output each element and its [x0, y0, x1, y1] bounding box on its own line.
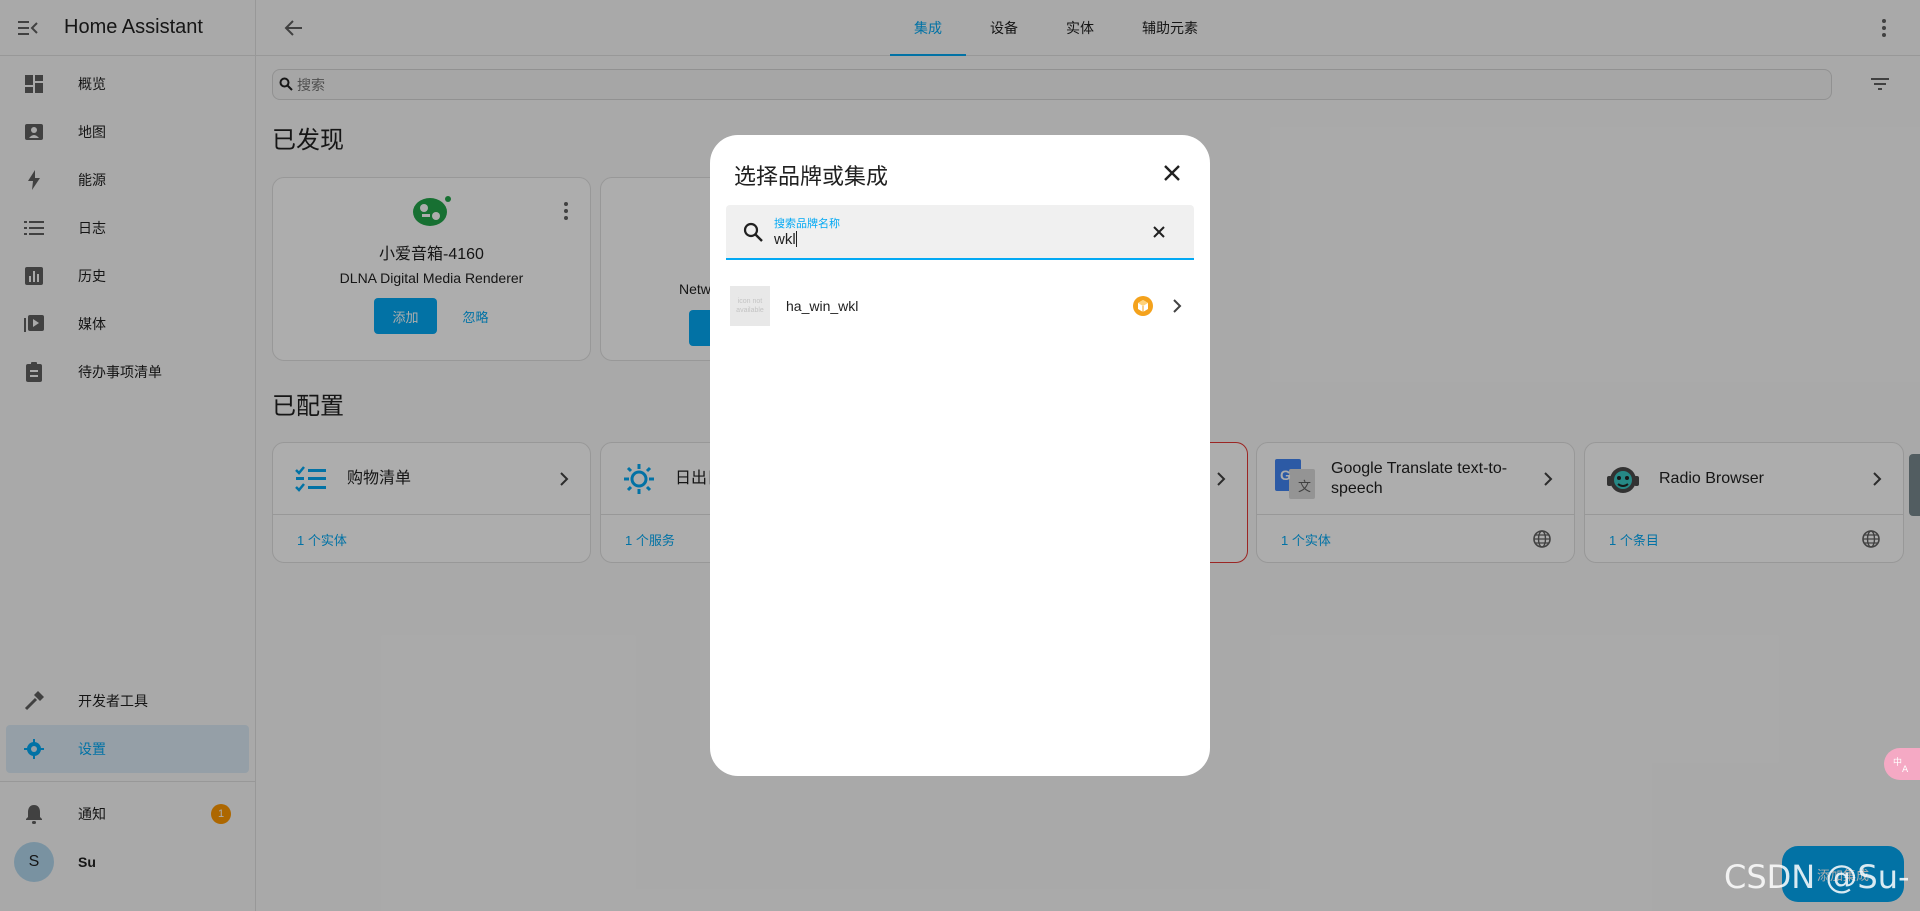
chevron-right-icon — [1168, 297, 1186, 315]
clear-icon[interactable] — [1150, 223, 1168, 241]
integration-result-item[interactable]: icon not available ha_win_wkl — [726, 282, 1194, 330]
custom-integration-icon — [1132, 295, 1154, 317]
watermark-text: CSDN @Su- — [1724, 858, 1910, 896]
search-icon — [742, 221, 764, 243]
dialog-title: 选择品牌或集成 — [734, 164, 889, 189]
svg-text:中: 中 — [1893, 756, 1902, 768]
integration-thumbnail: icon not available — [730, 286, 770, 326]
select-integration-dialog: 选择品牌或集成 搜索品牌名称 wkl icon not available ha… — [710, 135, 1210, 776]
search-field-label: 搜索品牌名称 — [774, 218, 840, 230]
integration-result-name: ha_win_wkl — [786, 298, 859, 314]
brand-search-field[interactable]: 搜索品牌名称 wkl — [726, 205, 1194, 260]
close-icon[interactable] — [1160, 161, 1184, 185]
svg-text:A: A — [1902, 765, 1909, 773]
translate-icon[interactable]: 中A — [1884, 748, 1920, 780]
search-field-value[interactable]: wkl — [774, 231, 797, 248]
